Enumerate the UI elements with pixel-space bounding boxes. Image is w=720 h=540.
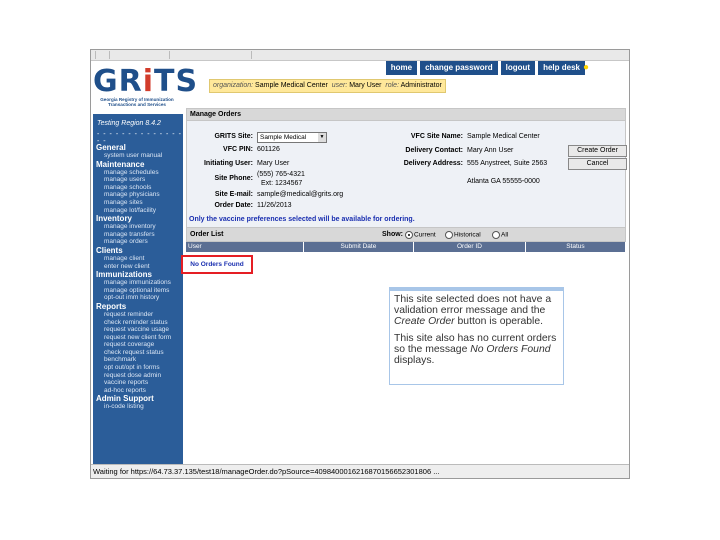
sidebar-category: Clients (96, 245, 123, 255)
sidebar-category: Reports (96, 301, 127, 311)
role-value: Administrator (400, 82, 442, 89)
sidebar-item[interactable]: request vaccine usage (96, 326, 182, 334)
filter-all-radio[interactable]: All (492, 231, 508, 239)
sidebar-item[interactable]: check reminder status (96, 319, 182, 327)
browser-screenshot: home change password logout help desk ● … (90, 49, 630, 479)
grits-logo: GRiTS Georgia Registry of Immunization T… (93, 64, 199, 108)
sidebar-item[interactable]: manage physicians (96, 191, 182, 199)
sidebar-item[interactable]: vaccine reports (96, 379, 182, 387)
order-list-title: Order List (190, 231, 224, 238)
sidebar-item[interactable]: system user manual (96, 152, 182, 160)
sidebar-menu: General system user manual Maintenance mana… (96, 143, 182, 411)
site-phone-ext: Ext: 1234567 (261, 180, 303, 187)
sidebar-item[interactable]: enter new client (96, 263, 182, 271)
initiating-user-value: Mary User (257, 160, 290, 167)
user-info-bar: organization: Sample Medical Center user… (209, 79, 446, 93)
site-phone-value: (555) 765-4321 (257, 171, 305, 178)
sidebar-item[interactable]: manage schools (96, 184, 182, 192)
sidebar-category: Inventory (96, 214, 133, 224)
order-date-value: 11/26/2013 (257, 202, 292, 209)
show-label: Show: (382, 231, 403, 238)
panel-title: Manage Orders (186, 108, 626, 121)
sidebar-item[interactable]: manage users (96, 176, 182, 184)
sidebar-item[interactable]: opt-out imm history (96, 294, 182, 302)
sidebar-item[interactable]: manage lot/facility (96, 207, 182, 215)
delivery-contact-value: Mary Ann User (467, 147, 514, 154)
nav-help-desk-link[interactable]: help desk (538, 61, 585, 75)
sidebar-item[interactable]: manage transfers (96, 231, 182, 239)
chevron-down-icon: ▼ (318, 133, 326, 142)
sidebar-category: Immunizations (96, 270, 153, 280)
sidebar-item[interactable]: request dose admin (96, 372, 182, 380)
filter-current-radio[interactable]: Current (405, 231, 436, 239)
annotation-callout: This site selected does not have a valid… (389, 287, 564, 385)
top-nav: home change password logout help desk (383, 61, 585, 75)
vfc-pin-value: 601126 (257, 146, 280, 153)
sidebar-item[interactable]: manage client (96, 255, 182, 263)
sidebar-item[interactable]: manage immunizations (96, 279, 182, 287)
cancel-button[interactable]: Cancel (568, 158, 627, 170)
no-orders-found-message: No Orders Found (181, 255, 253, 274)
create-order-button[interactable]: Create Order (568, 145, 627, 157)
lightbulb-icon[interactable]: ● (583, 61, 593, 75)
nav-logout-link[interactable]: logout (500, 61, 536, 75)
grits-site-select[interactable]: Sample Medical ▼ (257, 132, 327, 143)
callout-paragraph-2: This site also has no current orders so … (394, 333, 557, 366)
sidebar-item[interactable]: in-code listing (96, 403, 182, 411)
nav-home-link[interactable]: home (385, 61, 418, 75)
sidebar-item[interactable]: check request status (96, 349, 182, 357)
sidebar-category: General (96, 143, 126, 152)
sidebar-item[interactable]: manage orders (96, 238, 182, 246)
sidebar-item[interactable]: manage schedules (96, 169, 182, 177)
callout-paragraph-1: This site selected does not have a valid… (394, 294, 552, 327)
sidebar-item[interactable]: request new client form (96, 334, 182, 342)
site-email-value: sample@medical@grits.org (257, 191, 344, 198)
sidebar: Testing Region 8.4.2 - - - - - - - - - -… (93, 114, 183, 470)
filter-historical-radio[interactable]: Historical (445, 231, 481, 239)
order-list-header: Order List Show: Current Historical All (186, 227, 626, 242)
delivery-address-line2: Atlanta GA 55555-0000 (467, 178, 540, 185)
sidebar-item[interactable]: manage optional items (96, 287, 182, 295)
col-submit-date[interactable]: Submit Date (304, 242, 414, 252)
manage-orders-panel: Manage Orders GRITS Site: Sample Medical… (186, 108, 627, 252)
vfc-site-name-value: Sample Medical Center (467, 133, 540, 140)
organization-value: Sample Medical Center (255, 82, 328, 89)
browser-toolbar-strip (91, 50, 629, 61)
order-table-header: User Submit Date Order ID Status (186, 242, 627, 252)
order-form: GRITS Site: Sample Medical ▼ VFC PIN: 601… (186, 121, 627, 227)
sidebar-item[interactable]: request coverage (96, 341, 182, 349)
sidebar-item[interactable]: request reminder (96, 311, 182, 319)
status-bar: Waiting for https://64.73.37.135/test18/… (91, 464, 629, 478)
sidebar-item[interactable]: benchmark (96, 356, 182, 364)
region-label: Testing Region 8.4.2 (97, 120, 161, 127)
sidebar-item[interactable]: manage sites (96, 199, 182, 207)
sidebar-item[interactable]: opt out/opt in forms (96, 364, 182, 372)
nav-change-password-link[interactable]: change password (420, 61, 498, 75)
delivery-address-line1: 555 Anystreet, Suite 2563 (467, 160, 548, 167)
user-value: Mary User (349, 82, 382, 89)
sidebar-item[interactable]: manage inventory (96, 223, 182, 231)
col-order-id[interactable]: Order ID (414, 242, 526, 252)
vaccine-preference-note: Only the vaccine preferences selected wi… (189, 216, 415, 223)
sidebar-category: Admin Support (96, 394, 154, 404)
sidebar-item[interactable]: ad-hoc reports (96, 387, 182, 395)
col-user[interactable]: User (186, 242, 304, 252)
col-status[interactable]: Status (526, 242, 627, 252)
sidebar-category: Maintenance (96, 159, 145, 169)
